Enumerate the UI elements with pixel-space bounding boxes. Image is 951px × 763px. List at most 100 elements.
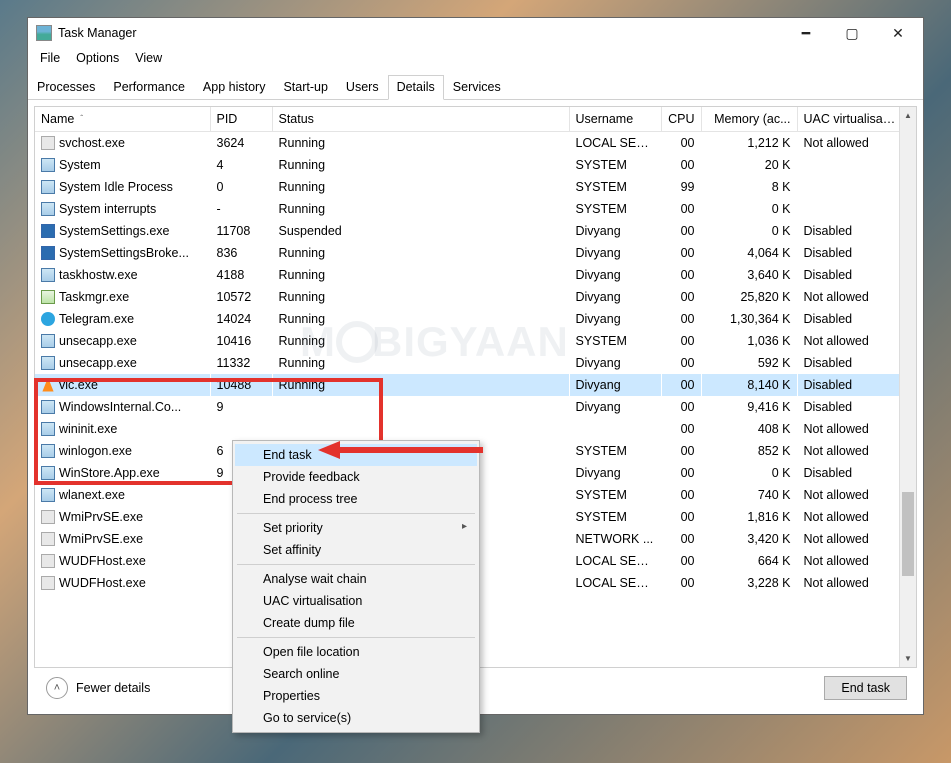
cell-memory: 664 K <box>701 550 797 572</box>
cell-pid: 9 <box>210 396 272 418</box>
cell-username: Divyang <box>569 352 661 374</box>
context-create-dump[interactable]: Create dump file <box>235 612 477 634</box>
table-row[interactable]: Taskmgr.exe10572RunningDivyang0025,820 K… <box>35 286 899 308</box>
tab-start-up[interactable]: Start-up <box>274 75 336 100</box>
process-icon <box>41 246 55 260</box>
table-row[interactable]: unsecapp.exe11332RunningDivyang00592 KDi… <box>35 352 899 374</box>
menu-view[interactable]: View <box>129 49 168 67</box>
context-properties[interactable]: Properties <box>235 685 477 707</box>
end-task-button[interactable]: End task <box>824 676 907 700</box>
table-row[interactable]: wininit.exe00408 KNot allowed <box>35 418 899 440</box>
col-header-status[interactable]: Status <box>272 107 569 132</box>
table-row[interactable]: System Idle Process0RunningSYSTEM998 K <box>35 176 899 198</box>
cell-pid: 11332 <box>210 352 272 374</box>
cell-pid: 10488 <box>210 374 272 396</box>
cell-memory: 3,420 K <box>701 528 797 550</box>
tab-details[interactable]: Details <box>388 75 444 100</box>
scroll-up-icon[interactable]: ▲ <box>900 107 916 124</box>
cell-pid: 10572 <box>210 286 272 308</box>
process-icon <box>41 532 55 546</box>
tab-users[interactable]: Users <box>337 75 388 100</box>
table-row[interactable]: WindowsInternal.Co...9Divyang009,416 KDi… <box>35 396 899 418</box>
table-row[interactable]: System interrupts-RunningSYSTEM000 K <box>35 198 899 220</box>
cell-memory: 1,036 K <box>701 330 797 352</box>
process-icon <box>41 290 55 304</box>
process-icon <box>41 334 55 348</box>
cell-cpu: 00 <box>661 528 701 550</box>
context-go-to-services[interactable]: Go to service(s) <box>235 707 477 729</box>
scroll-track[interactable] <box>900 124 916 650</box>
col-header-uac[interactable]: UAC virtualisati... <box>797 107 899 132</box>
context-search-online[interactable]: Search online <box>235 663 477 685</box>
cell-uac: Disabled <box>797 462 899 484</box>
process-icon <box>41 268 55 282</box>
context-separator <box>237 564 475 565</box>
context-analyse-wait-chain[interactable]: Analyse wait chain <box>235 568 477 590</box>
table-row[interactable]: unsecapp.exe10416RunningSYSTEM001,036 KN… <box>35 330 899 352</box>
close-button[interactable]: ✕ <box>875 19 921 47</box>
context-end-task[interactable]: End task <box>235 444 477 466</box>
cell-memory: 9,416 K <box>701 396 797 418</box>
cell-cpu: 00 <box>661 286 701 308</box>
cell-memory: 20 K <box>701 154 797 176</box>
context-set-affinity[interactable]: Set affinity <box>235 539 477 561</box>
process-name: unsecapp.exe <box>59 356 137 370</box>
col-header-cpu[interactable]: CPU <box>661 107 701 132</box>
context-open-file-location[interactable]: Open file location <box>235 641 477 663</box>
cell-memory: 3,640 K <box>701 264 797 286</box>
context-end-process-tree[interactable]: End process tree <box>235 488 477 510</box>
cell-pid <box>210 418 272 440</box>
minimize-button[interactable]: ━ <box>783 19 829 47</box>
menu-file[interactable]: File <box>34 49 66 67</box>
tab-bar: Processes Performance App history Start-… <box>28 68 923 100</box>
table-row[interactable]: Telegram.exe14024RunningDivyang001,30,36… <box>35 308 899 330</box>
process-name: WmiPrvSE.exe <box>59 532 143 546</box>
cell-username: LOCAL SER... <box>569 550 661 572</box>
cell-cpu: 00 <box>661 396 701 418</box>
process-name: wlanext.exe <box>59 488 125 502</box>
menu-options[interactable]: Options <box>70 49 125 67</box>
fewer-details-button[interactable]: ˄ Fewer details <box>46 677 150 699</box>
table-row[interactable]: taskhostw.exe4188RunningDivyang003,640 K… <box>35 264 899 286</box>
col-header-memory[interactable]: Memory (ac... <box>701 107 797 132</box>
tab-services[interactable]: Services <box>444 75 510 100</box>
process-name: Taskmgr.exe <box>59 290 129 304</box>
tab-performance[interactable]: Performance <box>104 75 194 100</box>
context-provide-feedback[interactable]: Provide feedback <box>235 466 477 488</box>
process-icon <box>41 466 55 480</box>
col-header-name[interactable]: Nameˆ <box>35 107 210 132</box>
cell-status: Running <box>272 286 569 308</box>
process-icon <box>41 180 55 194</box>
maximize-button[interactable]: ▢ <box>829 19 875 47</box>
context-set-priority[interactable]: Set priority <box>235 517 477 539</box>
process-icon <box>41 224 55 238</box>
cell-status: Running <box>272 176 569 198</box>
vertical-scrollbar[interactable]: ▲ ▼ <box>899 107 916 667</box>
cell-status <box>272 418 569 440</box>
process-name: winlogon.exe <box>59 444 132 458</box>
process-icon <box>41 488 55 502</box>
process-icon <box>41 400 55 414</box>
fewer-details-label: Fewer details <box>76 681 150 695</box>
process-icon <box>41 136 55 150</box>
cell-pid: 836 <box>210 242 272 264</box>
col-header-username[interactable]: Username <box>569 107 661 132</box>
scroll-down-icon[interactable]: ▼ <box>900 650 916 667</box>
table-row[interactable]: SystemSettings.exe11708SuspendedDivyang0… <box>35 220 899 242</box>
chevron-up-icon: ˄ <box>46 677 68 699</box>
context-uac-virtualisation[interactable]: UAC virtualisation <box>235 590 477 612</box>
table-row[interactable]: vlc.exe10488RunningDivyang008,140 KDisab… <box>35 374 899 396</box>
process-icon <box>41 510 55 524</box>
table-row[interactable]: System4RunningSYSTEM0020 K <box>35 154 899 176</box>
cell-status: Running <box>272 308 569 330</box>
scroll-thumb[interactable] <box>902 492 914 576</box>
tab-app-history[interactable]: App history <box>194 75 275 100</box>
cell-username: Divyang <box>569 462 661 484</box>
table-row[interactable]: SystemSettingsBroke...836RunningDivyang0… <box>35 242 899 264</box>
col-header-pid[interactable]: PID <box>210 107 272 132</box>
tab-processes[interactable]: Processes <box>28 75 104 100</box>
menubar: File Options View <box>28 48 923 68</box>
cell-memory: 8 K <box>701 176 797 198</box>
table-row[interactable]: svchost.exe3624RunningLOCAL SER...001,21… <box>35 132 899 154</box>
cell-uac: Not allowed <box>797 330 899 352</box>
